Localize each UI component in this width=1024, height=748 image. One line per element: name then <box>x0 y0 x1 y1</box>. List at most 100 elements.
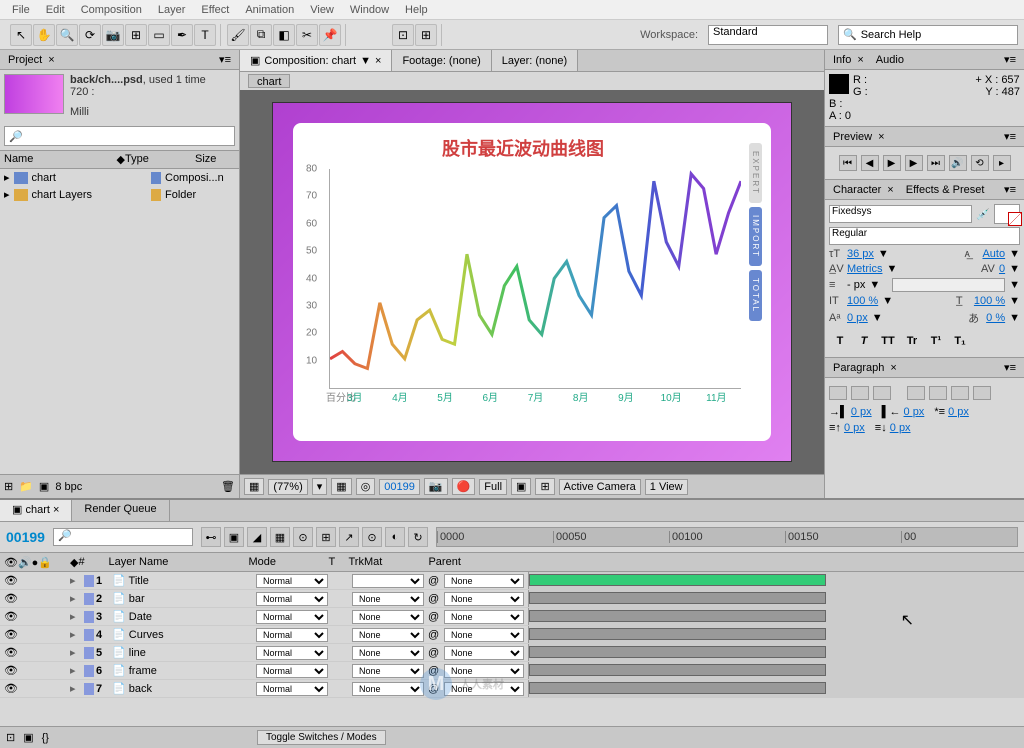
hand-tool-icon[interactable]: ✋ <box>33 24 55 46</box>
timeline-layer-row[interactable]: 👁 ▸ 1 📄 Title Normal @ None <box>0 572 1024 590</box>
menu-window[interactable]: Window <box>342 2 397 18</box>
new-comp-icon[interactable]: ▣ <box>39 480 49 493</box>
tag-icon[interactable]: ◆ <box>117 153 125 166</box>
timeline-layer-row[interactable]: 👁 ▸ 5 📄 line Normal None @ None <box>0 644 1024 662</box>
camera-select[interactable]: Active Camera <box>559 479 641 495</box>
layer-bar[interactable] <box>529 610 826 622</box>
menu-animation[interactable]: Animation <box>237 2 302 18</box>
footage-tab[interactable]: Footage: (none) <box>392 50 491 71</box>
visibility-icon[interactable]: 👁 <box>4 592 16 605</box>
layer-bar-track[interactable] <box>528 644 1024 661</box>
tsume-field[interactable]: 0 % <box>986 312 1005 324</box>
layer-bar[interactable] <box>529 592 826 604</box>
timeline-search-input[interactable]: 🔎 <box>53 528 193 546</box>
tl-footer-icon-2[interactable]: ▣ <box>23 731 33 744</box>
visibility-icon[interactable]: 👁 <box>4 682 16 695</box>
trkmat-select[interactable]: None <box>352 610 424 624</box>
menu-composition[interactable]: Composition <box>73 2 150 18</box>
layer-bar-track[interactable] <box>528 680 1024 697</box>
col-parent[interactable]: Parent <box>428 556 548 568</box>
last-frame-icon[interactable]: ⏭ <box>927 155 945 171</box>
snapshot-icon[interactable]: 📷 <box>424 478 448 495</box>
menu-view[interactable]: View <box>302 2 342 18</box>
layer-tab[interactable]: Layer: (none) <box>492 50 578 71</box>
trkmat-select[interactable]: None <box>352 646 424 660</box>
trkmat-select[interactable]: None <box>352 682 424 696</box>
trash-icon[interactable]: 🗑 <box>221 480 235 493</box>
font-select[interactable]: Fixedsys <box>829 205 972 223</box>
composition-viewer[interactable]: 股市最近波动曲线图 80 70 60 50 40 30 20 10 <box>240 90 824 474</box>
vscale-field[interactable]: 100 % <box>847 295 878 307</box>
subscript-button[interactable]: T₁ <box>951 333 969 349</box>
layer-name[interactable]: 📄 back <box>112 682 252 695</box>
justify-right-icon[interactable] <box>951 386 969 400</box>
layer-bar[interactable] <box>529 646 826 658</box>
grid-icon[interactable]: ▦ <box>244 478 264 495</box>
panel-menu-icon[interactable]: ▾≡ <box>1004 183 1016 196</box>
channel-icon[interactable]: 🔴 <box>452 478 476 495</box>
expand-icon[interactable]: ▸ <box>70 628 82 641</box>
pen-tool-icon[interactable]: ✒ <box>171 24 193 46</box>
mode-select[interactable]: Normal <box>256 574 328 588</box>
expand-icon[interactable]: ▸ <box>70 664 82 677</box>
pickwhip-icon[interactable]: @ <box>428 665 440 677</box>
panel-menu-icon[interactable]: ▾≡ <box>1004 361 1016 374</box>
pickwhip-icon[interactable]: @ <box>428 683 440 695</box>
paragraph-tab[interactable]: Paragraph <box>833 362 884 374</box>
breadcrumb-chart[interactable]: chart <box>248 74 290 88</box>
parent-select[interactable]: None <box>444 610 524 624</box>
timeline-layer-row[interactable]: 👁 ▸ 4 📄 Curves Normal None @ None <box>0 626 1024 644</box>
visibility-icon[interactable]: 👁 <box>4 610 16 623</box>
layer-name[interactable]: 📄 Curves <box>112 628 252 641</box>
italic-button[interactable]: T <box>855 333 873 349</box>
expand-icon[interactable]: ▸ <box>4 188 10 201</box>
layer-name[interactable]: 📄 Date <box>112 610 252 623</box>
panel-menu-icon[interactable]: ▾≡ <box>1004 53 1016 66</box>
parent-select[interactable]: None <box>444 664 524 678</box>
mode-select[interactable]: Normal <box>256 682 328 696</box>
mode-select[interactable]: Normal <box>256 592 328 606</box>
layer-bar[interactable] <box>529 682 826 694</box>
composition-tab[interactable]: ▣ Composition: chart ▼ × <box>240 50 392 71</box>
expand-icon[interactable]: ▸ <box>70 610 82 623</box>
expand-icon[interactable]: ▸ <box>70 592 82 605</box>
space-before-field[interactable]: 0 px <box>844 422 865 434</box>
pan-behind-tool-icon[interactable]: ⊞ <box>125 24 147 46</box>
expand-icon[interactable]: ▸ <box>4 171 10 184</box>
menu-effect[interactable]: Effect <box>193 2 237 18</box>
label-color[interactable] <box>84 611 94 623</box>
menu-edit[interactable]: Edit <box>38 2 73 18</box>
toggle-switches-button[interactable]: Toggle Switches / Modes <box>257 730 386 745</box>
expand-icon[interactable]: ▸ <box>70 574 82 587</box>
graph-icon[interactable]: ↗ <box>339 527 359 547</box>
mode-select[interactable]: Normal <box>256 646 328 660</box>
parent-select[interactable]: None <box>444 682 524 696</box>
prev-frame-icon[interactable]: ◀ <box>861 155 879 171</box>
space-after-field[interactable]: 0 px <box>890 422 911 434</box>
close-icon[interactable]: × <box>375 55 381 67</box>
play-icon[interactable]: ▶ <box>883 155 901 171</box>
mode-select[interactable]: Normal <box>256 664 328 678</box>
menu-file[interactable]: File <box>4 2 38 18</box>
label-color[interactable] <box>84 665 94 677</box>
panel-menu-icon[interactable]: ▾≡ <box>219 53 231 66</box>
layer-bar-track[interactable] <box>528 590 1024 607</box>
pickwhip-icon[interactable]: @ <box>428 575 440 587</box>
trkmat-select[interactable]: None <box>352 628 424 642</box>
project-tab[interactable]: Project <box>8 54 42 66</box>
visibility-icon[interactable]: 👁 <box>4 664 16 677</box>
align-right-icon[interactable] <box>873 386 891 400</box>
label-color[interactable] <box>84 647 94 659</box>
timeline-layer-row[interactable]: 👁 ▸ 2 📄 bar Normal None @ None <box>0 590 1024 608</box>
col-t[interactable]: T <box>328 556 348 568</box>
timeline-tab-chart[interactable]: ▣ chart × <box>0 500 72 521</box>
layer-name[interactable]: 📄 bar <box>112 592 252 605</box>
expand-icon[interactable]: ▸ <box>70 646 82 659</box>
col-trkmat[interactable]: TrkMat <box>348 556 428 568</box>
col-number[interactable]: # <box>78 556 108 568</box>
justify-left-icon[interactable] <box>907 386 925 400</box>
allcaps-button[interactable]: TT <box>879 333 897 349</box>
panel-menu-icon[interactable]: ▾≡ <box>1004 130 1016 143</box>
view-grid-icon[interactable]: ⊞ <box>535 478 554 495</box>
frame-blend-icon[interactable]: ▦ <box>270 527 290 547</box>
